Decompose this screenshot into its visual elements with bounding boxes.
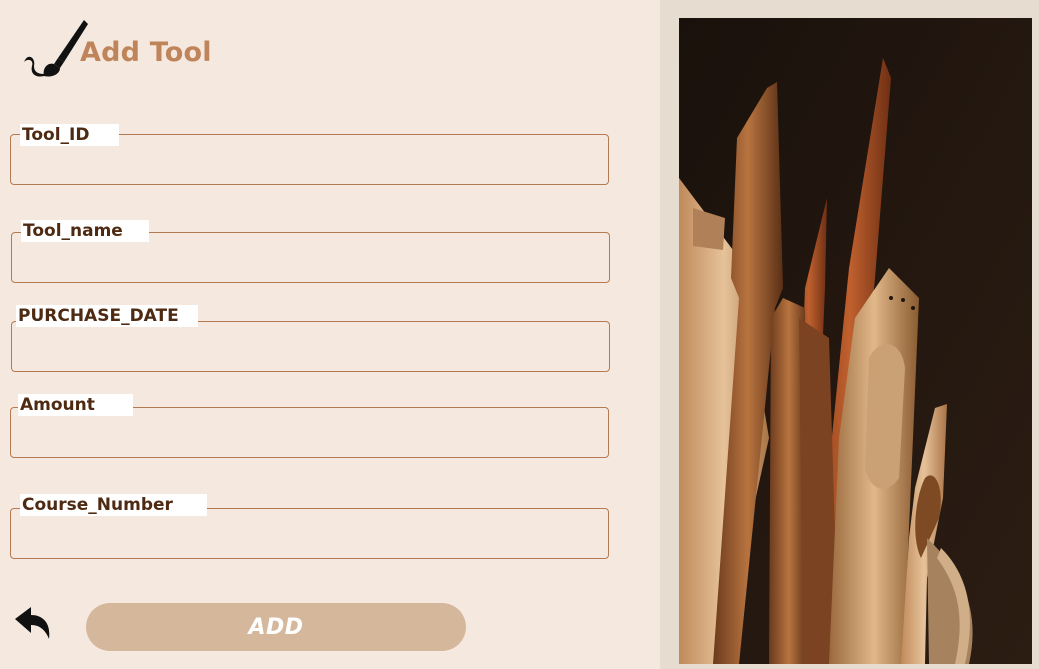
purchase-date-field: PURCHASE_DATE <box>11 305 610 372</box>
amount-field: Amount <box>10 394 609 458</box>
tool-id-label: Tool_ID <box>20 124 119 146</box>
purchase-date-input[interactable] <box>19 332 602 366</box>
tool-name-label: Tool_name <box>21 220 149 242</box>
course-number-input[interactable] <box>18 519 601 553</box>
course-number-field: Course_Number <box>10 494 609 559</box>
tool-id-input[interactable] <box>18 145 601 179</box>
form-panel: Add Tool Tool_ID Tool_name PURCHASE_DATE… <box>0 0 660 669</box>
back-arrow-icon[interactable] <box>13 605 53 641</box>
add-button[interactable]: ADD <box>86 603 466 651</box>
header: Add Tool <box>22 18 212 82</box>
purchase-date-label: PURCHASE_DATE <box>16 305 198 327</box>
amount-label: Amount <box>18 394 133 416</box>
paintbrush-icon <box>24 20 88 77</box>
amount-input[interactable] <box>18 418 601 452</box>
page-title: Add Tool <box>80 36 212 68</box>
tools-photo <box>679 18 1032 664</box>
tool-name-field: Tool_name <box>11 220 610 283</box>
tool-id-field: Tool_ID <box>10 124 609 185</box>
tool-name-input[interactable] <box>19 243 602 277</box>
course-number-label: Course_Number <box>20 494 207 516</box>
